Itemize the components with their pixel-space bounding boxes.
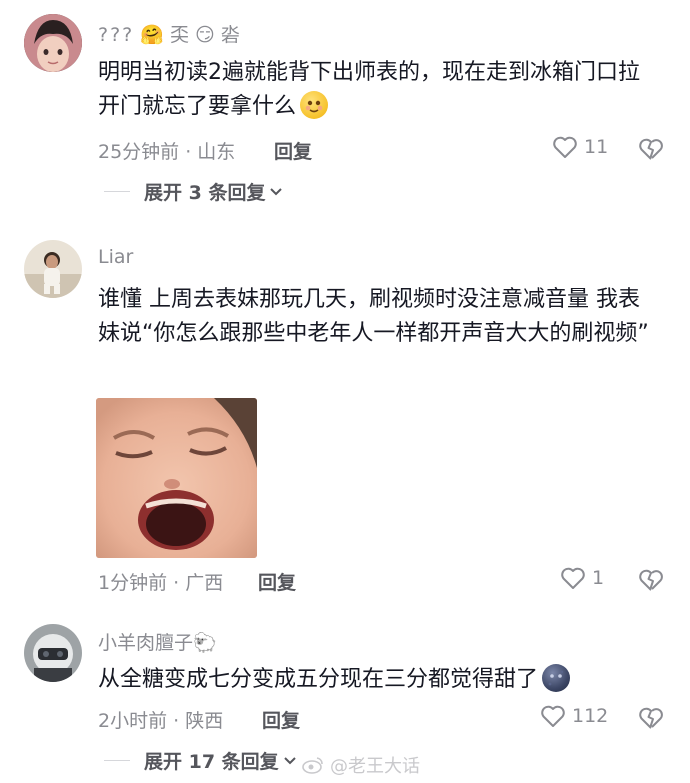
comment-text-content: 明明当初读2遍就能背下出师表的，现在走到冰箱门口拉开门就忘了要拿什么	[98, 60, 640, 119]
comment-time-location: 2小时前 · 陕西	[98, 710, 224, 732]
like-count: 1	[592, 567, 605, 589]
like-button[interactable]: 11	[552, 135, 608, 159]
comment-username[interactable]: 小羊肉膻子🐑	[98, 628, 217, 655]
comment-username[interactable]: ??? 🤗 奀 😏 沯	[98, 20, 240, 47]
expand-replies-button[interactable]: 展开 17 条回复	[104, 747, 297, 774]
broken-heart-icon	[639, 569, 663, 591]
avatar-illustration	[24, 624, 82, 682]
like-count: 112	[572, 705, 609, 727]
comment-text: 明明当初读2遍就能背下出师表的，现在走到冰箱门口拉开门就忘了要拿什么	[98, 56, 658, 124]
expand-replies-button[interactable]: 展开 3 条回复	[104, 178, 283, 205]
comment-image[interactable]	[96, 398, 257, 558]
comment-text: 谁懂 上周去表妹那玩几天，刷视频时没注意减音量 我表妹说“你怎么跟那些中老年人一…	[98, 287, 649, 346]
blue-moon-emoji-icon	[542, 664, 571, 692]
chevron-down-icon	[283, 756, 296, 764]
heart-outline-icon	[553, 136, 577, 158]
weibo-logo-icon	[302, 757, 323, 774]
comment-username[interactable]: Liar	[98, 246, 133, 268]
like-count: 11	[584, 136, 609, 158]
comment-text-content: 从全糖变成七分变成五分现在三分都觉得甜了	[98, 667, 539, 692]
watermark: @老王大话	[302, 752, 420, 778]
broken-heart-icon	[639, 138, 663, 160]
chevron-down-icon	[270, 187, 283, 195]
dislike-button[interactable]	[638, 137, 664, 161]
like-button[interactable]: 1	[560, 566, 604, 590]
reply-button[interactable]: 回复	[274, 137, 312, 164]
user-avatar[interactable]	[24, 624, 82, 682]
avatar-illustration	[24, 14, 82, 72]
like-button[interactable]: 112	[540, 704, 608, 728]
expand-divider	[104, 760, 130, 761]
avatar-illustration	[24, 240, 82, 298]
comment-time-location: 1分钟前 · 广西	[98, 572, 224, 594]
smile-emoji-icon	[300, 91, 329, 119]
crying-child-image	[96, 398, 257, 558]
expand-replies-label: 展开 17 条回复	[144, 751, 279, 773]
expand-divider	[104, 191, 130, 192]
user-avatar[interactable]	[24, 14, 82, 72]
dislike-button[interactable]	[638, 568, 664, 592]
watermark-text: @老王大话	[330, 756, 420, 777]
expand-replies-label: 展开 3 条回复	[144, 182, 266, 204]
reply-button[interactable]: 回复	[258, 568, 296, 595]
heart-outline-icon	[541, 705, 565, 727]
comment-time-location: 25分钟前 · 山东	[98, 141, 236, 163]
user-avatar[interactable]	[24, 240, 82, 298]
dislike-button[interactable]	[638, 706, 664, 730]
comment-text: 从全糖变成七分变成五分现在三分都觉得甜了	[98, 663, 658, 697]
username-text: ???	[98, 24, 135, 46]
heart-outline-icon	[561, 567, 585, 589]
reply-button[interactable]: 回复	[262, 706, 300, 733]
username-suffix: 🤗 奀 😏 沯	[140, 24, 240, 46]
broken-heart-icon	[639, 707, 663, 729]
